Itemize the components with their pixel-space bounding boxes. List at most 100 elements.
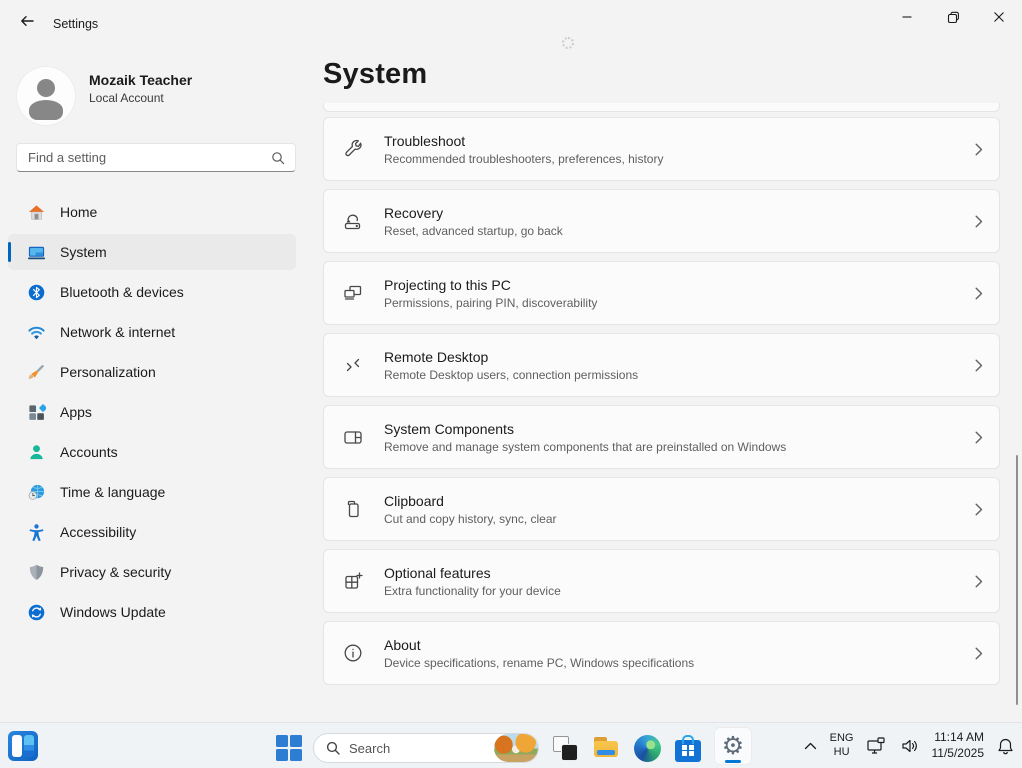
start-pane bbox=[290, 749, 302, 761]
sidebar-item-system[interactable]: System bbox=[8, 234, 296, 270]
sidebar-item-bluetooth-devices[interactable]: Bluetooth & devices bbox=[8, 274, 296, 310]
sync-icon bbox=[26, 602, 46, 622]
store-handle bbox=[682, 735, 694, 744]
language-switcher[interactable]: ENG HU bbox=[830, 732, 854, 760]
close-button[interactable] bbox=[976, 0, 1022, 34]
minimize-button[interactable] bbox=[884, 0, 930, 34]
chevron-up-icon[interactable] bbox=[804, 742, 817, 750]
arrow-left-icon bbox=[19, 13, 35, 29]
sidebar-item-personalization[interactable]: Personalization bbox=[8, 354, 296, 390]
widgets-icon[interactable] bbox=[8, 731, 38, 761]
widgets-pane-right bbox=[24, 735, 34, 757]
sidebar-item-home[interactable]: Home bbox=[8, 194, 296, 230]
remote-desktop-icon bbox=[341, 354, 365, 376]
page-title: System bbox=[323, 58, 427, 91]
back-button[interactable] bbox=[10, 8, 44, 34]
clock[interactable]: 11:14 AM 11/5/2025 bbox=[932, 730, 985, 761]
card-title: Troubleshoot bbox=[384, 133, 663, 149]
sidebar-nav: Home System Bluetooth & devices Network … bbox=[8, 194, 296, 634]
info-icon bbox=[341, 642, 365, 664]
store-windows-logo bbox=[682, 745, 694, 757]
taskbar-center: Search ⚙ bbox=[276, 731, 752, 765]
find-a-setting-box bbox=[16, 143, 296, 172]
sidebar-item-network-internet[interactable]: Network & internet bbox=[8, 314, 296, 350]
display-icon bbox=[26, 242, 46, 262]
window-title: Settings bbox=[53, 17, 98, 31]
card-title: Clipboard bbox=[384, 493, 557, 509]
chevron-right-icon bbox=[975, 215, 983, 228]
microsoft-store-icon[interactable] bbox=[673, 733, 703, 763]
sidebar-item-label: Network & internet bbox=[60, 324, 175, 340]
previous-card-partial[interactable] bbox=[323, 103, 1000, 112]
file-explorer-icon[interactable] bbox=[591, 733, 621, 763]
close-icon bbox=[993, 11, 1005, 23]
sidebar-item-windows-update[interactable]: Windows Update bbox=[8, 594, 296, 630]
profile-account-type: Local Account bbox=[89, 91, 164, 105]
chevron-right-icon bbox=[975, 359, 983, 372]
bluetooth-icon bbox=[26, 282, 46, 302]
task-view-icon[interactable] bbox=[550, 733, 580, 763]
window-controls bbox=[884, 0, 1022, 34]
sidebar-item-time-language[interactable]: Time & language bbox=[8, 474, 296, 510]
avatar-head bbox=[37, 79, 55, 97]
projecting-icon bbox=[341, 282, 365, 304]
settings-app-icon[interactable]: ⚙ bbox=[714, 727, 752, 765]
avatar-body bbox=[29, 100, 63, 120]
taskbar-tray: ENG HU 11:14 AM 11/5/2025 bbox=[804, 723, 1014, 768]
card-troubleshoot[interactable]: Troubleshoot Recommended troubleshooters… bbox=[323, 117, 1000, 181]
sidebar-item-privacy-security[interactable]: Privacy & security bbox=[8, 554, 296, 590]
card-title: Optional features bbox=[384, 565, 561, 581]
card-title: Remote Desktop bbox=[384, 349, 638, 365]
restore-button[interactable] bbox=[930, 0, 976, 34]
gear-icon: ⚙ bbox=[722, 734, 744, 759]
taskbar-search-box[interactable]: Search bbox=[313, 733, 539, 763]
network-icon[interactable] bbox=[867, 737, 888, 755]
minimize-icon bbox=[901, 11, 913, 23]
avatar bbox=[16, 66, 76, 126]
card-subtitle: Permissions, pairing PIN, discoverabilit… bbox=[384, 296, 597, 310]
components-icon bbox=[341, 426, 365, 448]
card-title: About bbox=[384, 637, 694, 653]
content-scrollbar[interactable] bbox=[1016, 455, 1018, 705]
person-icon bbox=[26, 442, 46, 462]
recovery-icon bbox=[341, 210, 365, 232]
home-icon bbox=[26, 202, 46, 222]
start-button[interactable] bbox=[276, 735, 302, 761]
sidebar-item-label: Windows Update bbox=[60, 604, 166, 620]
sidebar-item-accessibility[interactable]: Accessibility bbox=[8, 514, 296, 550]
card-recovery[interactable]: Recovery Reset, advanced startup, go bac… bbox=[323, 189, 1000, 253]
settings-window: Settings Mozaik Teacher Local Account bbox=[0, 0, 1022, 768]
card-projecting-to-this-pc[interactable]: Projecting to this PC Permissions, pairi… bbox=[323, 261, 1000, 325]
card-subtitle: Extra functionality for your device bbox=[384, 584, 561, 598]
store-bag bbox=[675, 740, 701, 762]
sidebar-item-label: Bluetooth & devices bbox=[60, 284, 184, 300]
grid-plus-icon bbox=[341, 570, 365, 592]
volume-icon[interactable] bbox=[901, 738, 919, 754]
find-a-setting-input[interactable] bbox=[17, 150, 271, 165]
sidebar-item-apps[interactable]: Apps bbox=[8, 394, 296, 430]
wrench-icon bbox=[341, 138, 365, 160]
apps-icon bbox=[26, 402, 46, 422]
card-subtitle: Cut and copy history, sync, clear bbox=[384, 512, 557, 526]
widgets-pane-left bbox=[12, 735, 22, 757]
loading-spinner-icon bbox=[562, 37, 574, 49]
notifications-bell-icon[interactable] bbox=[997, 737, 1014, 755]
edge-browser-icon[interactable] bbox=[632, 733, 662, 763]
card-system-components[interactable]: System Components Remove and manage syst… bbox=[323, 405, 1000, 469]
search-icon bbox=[326, 741, 340, 755]
sidebar-item-accounts[interactable]: Accounts bbox=[8, 434, 296, 470]
card-optional-features[interactable]: Optional features Extra functionality fo… bbox=[323, 549, 1000, 613]
card-title: Projecting to this PC bbox=[384, 277, 597, 293]
card-remote-desktop[interactable]: Remote Desktop Remote Desktop users, con… bbox=[323, 333, 1000, 397]
profile-name: Mozaik Teacher bbox=[89, 72, 192, 88]
card-subtitle: Recommended troubleshooters, preferences… bbox=[384, 152, 663, 166]
card-subtitle: Remove and manage system components that… bbox=[384, 440, 786, 454]
language-line1: ENG bbox=[830, 732, 854, 746]
sidebar-item-label: Time & language bbox=[60, 484, 165, 500]
search-highlight-image[interactable] bbox=[494, 734, 538, 762]
chevron-right-icon bbox=[975, 431, 983, 444]
brush-icon bbox=[26, 362, 46, 382]
card-subtitle: Device specifications, rename PC, Window… bbox=[384, 656, 694, 670]
card-about[interactable]: About Device specifications, rename PC, … bbox=[323, 621, 1000, 685]
card-clipboard[interactable]: Clipboard Cut and copy history, sync, cl… bbox=[323, 477, 1000, 541]
